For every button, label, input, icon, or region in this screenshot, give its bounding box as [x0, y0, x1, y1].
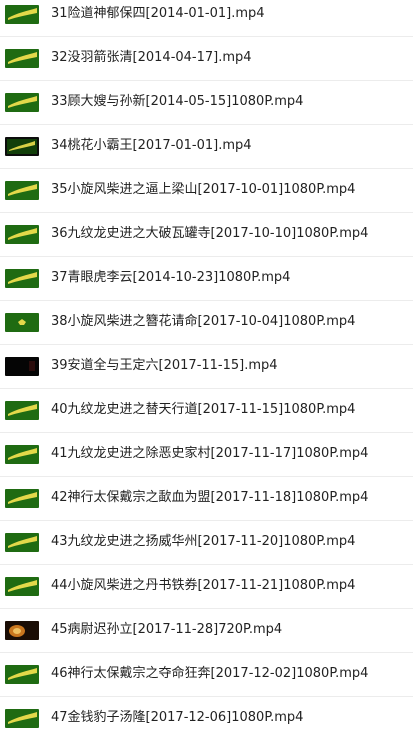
file-name: 32没羽箭张清[2014-04-17].mp4 — [51, 50, 252, 65]
list-item[interactable]: 31险道神郁保四[2014-01-01].mp4 — [0, 0, 413, 37]
video-thumbnail — [5, 709, 39, 728]
green-banner-thumbnail-icon — [5, 489, 39, 508]
video-thumbnail — [5, 489, 39, 508]
file-name: 35小旋风柴进之逼上梁山[2017-10-01]1080P.mp4 — [51, 182, 356, 197]
green-banner-thumbnail-icon — [5, 181, 39, 200]
list-item[interactable]: 43九纹龙史进之扬威华州[2017-11-20]1080P.mp4 — [0, 521, 413, 565]
video-file-list: 31险道神郁保四[2014-01-01].mp4 32没羽箭张清[2014-04… — [0, 0, 413, 735]
video-thumbnail — [5, 533, 39, 552]
video-thumbnail — [5, 577, 39, 596]
file-name: 46神行太保戴宗之夺命狂奔[2017-12-02]1080P.mp4 — [51, 666, 369, 681]
list-item[interactable]: 44小旋风柴进之丹书铁券[2017-11-21]1080P.mp4 — [0, 565, 413, 609]
list-item[interactable]: 45病尉迟孙立[2017-11-28]720P.mp4 — [0, 609, 413, 653]
file-name: 44小旋风柴进之丹书铁券[2017-11-21]1080P.mp4 — [51, 578, 356, 593]
file-name: 43九纹龙史进之扬威华州[2017-11-20]1080P.mp4 — [51, 534, 356, 549]
dark-green-banner-thumbnail-icon — [5, 137, 39, 156]
video-thumbnail — [5, 357, 39, 376]
list-item[interactable]: 38小旋风柴进之簪花请命[2017-10-04]1080P.mp4 — [0, 301, 413, 345]
green-banner-thumbnail-icon — [5, 93, 39, 112]
dark-fire-thumbnail-icon — [5, 621, 39, 640]
green-banner-thumbnail-icon — [5, 5, 39, 24]
list-item[interactable]: 41九纹龙史进之除恶史家村[2017-11-17]1080P.mp4 — [0, 433, 413, 477]
list-item[interactable]: 47金钱豹子汤隆[2017-12-06]1080P.mp4 — [0, 697, 413, 735]
green-banner-thumbnail-icon — [5, 709, 39, 728]
black-frame-thumbnail-icon — [5, 357, 39, 376]
video-thumbnail — [5, 225, 39, 244]
file-name: 47金钱豹子汤隆[2017-12-06]1080P.mp4 — [51, 710, 304, 725]
list-item[interactable]: 37青眼虎李云[2014-10-23]1080P.mp4 — [0, 257, 413, 301]
file-name: 33顾大嫂与孙新[2014-05-15]1080P.mp4 — [51, 94, 304, 109]
list-item[interactable]: 42神行太保戴宗之歃血为盟[2017-11-18]1080P.mp4 — [0, 477, 413, 521]
video-thumbnail — [5, 445, 39, 464]
video-thumbnail — [5, 137, 39, 156]
green-logo-thumbnail-icon — [5, 313, 39, 332]
list-item[interactable]: 39安道全与王定六[2017-11-15].mp4 — [0, 345, 413, 389]
video-thumbnail — [5, 401, 39, 420]
video-thumbnail — [5, 269, 39, 288]
file-name: 31险道神郁保四[2014-01-01].mp4 — [51, 6, 265, 21]
file-name: 42神行太保戴宗之歃血为盟[2017-11-18]1080P.mp4 — [51, 490, 369, 505]
green-banner-thumbnail-icon — [5, 577, 39, 596]
file-name: 40九纹龙史进之替天行道[2017-11-15]1080P.mp4 — [51, 402, 356, 417]
green-banner-thumbnail-icon — [5, 269, 39, 288]
green-banner-thumbnail-icon — [5, 225, 39, 244]
file-name: 38小旋风柴进之簪花请命[2017-10-04]1080P.mp4 — [51, 314, 356, 329]
video-thumbnail — [5, 5, 39, 24]
video-thumbnail — [5, 93, 39, 112]
list-item[interactable]: 36九纹龙史进之大破瓦罐寺[2017-10-10]1080P.mp4 — [0, 213, 413, 257]
list-item[interactable]: 46神行太保戴宗之夺命狂奔[2017-12-02]1080P.mp4 — [0, 653, 413, 697]
file-name: 37青眼虎李云[2014-10-23]1080P.mp4 — [51, 270, 291, 285]
green-banner-thumbnail-icon — [5, 445, 39, 464]
green-banner-thumbnail-icon — [5, 665, 39, 684]
video-thumbnail — [5, 181, 39, 200]
green-banner-thumbnail-icon — [5, 49, 39, 68]
green-banner-thumbnail-icon — [5, 533, 39, 552]
file-name: 41九纹龙史进之除恶史家村[2017-11-17]1080P.mp4 — [51, 446, 369, 461]
video-thumbnail — [5, 665, 39, 684]
list-item[interactable]: 40九纹龙史进之替天行道[2017-11-15]1080P.mp4 — [0, 389, 413, 433]
file-name: 36九纹龙史进之大破瓦罐寺[2017-10-10]1080P.mp4 — [51, 226, 369, 241]
video-thumbnail — [5, 313, 39, 332]
video-thumbnail — [5, 49, 39, 68]
list-item[interactable]: 34桃花小霸王[2017-01-01].mp4 — [0, 125, 413, 169]
list-item[interactable]: 32没羽箭张清[2014-04-17].mp4 — [0, 37, 413, 81]
list-item[interactable]: 35小旋风柴进之逼上梁山[2017-10-01]1080P.mp4 — [0, 169, 413, 213]
file-name: 34桃花小霸王[2017-01-01].mp4 — [51, 138, 252, 153]
file-name: 45病尉迟孙立[2017-11-28]720P.mp4 — [51, 622, 283, 637]
green-banner-thumbnail-icon — [5, 401, 39, 420]
list-item[interactable]: 33顾大嫂与孙新[2014-05-15]1080P.mp4 — [0, 81, 413, 125]
video-thumbnail — [5, 621, 39, 640]
file-name: 39安道全与王定六[2017-11-15].mp4 — [51, 358, 278, 373]
